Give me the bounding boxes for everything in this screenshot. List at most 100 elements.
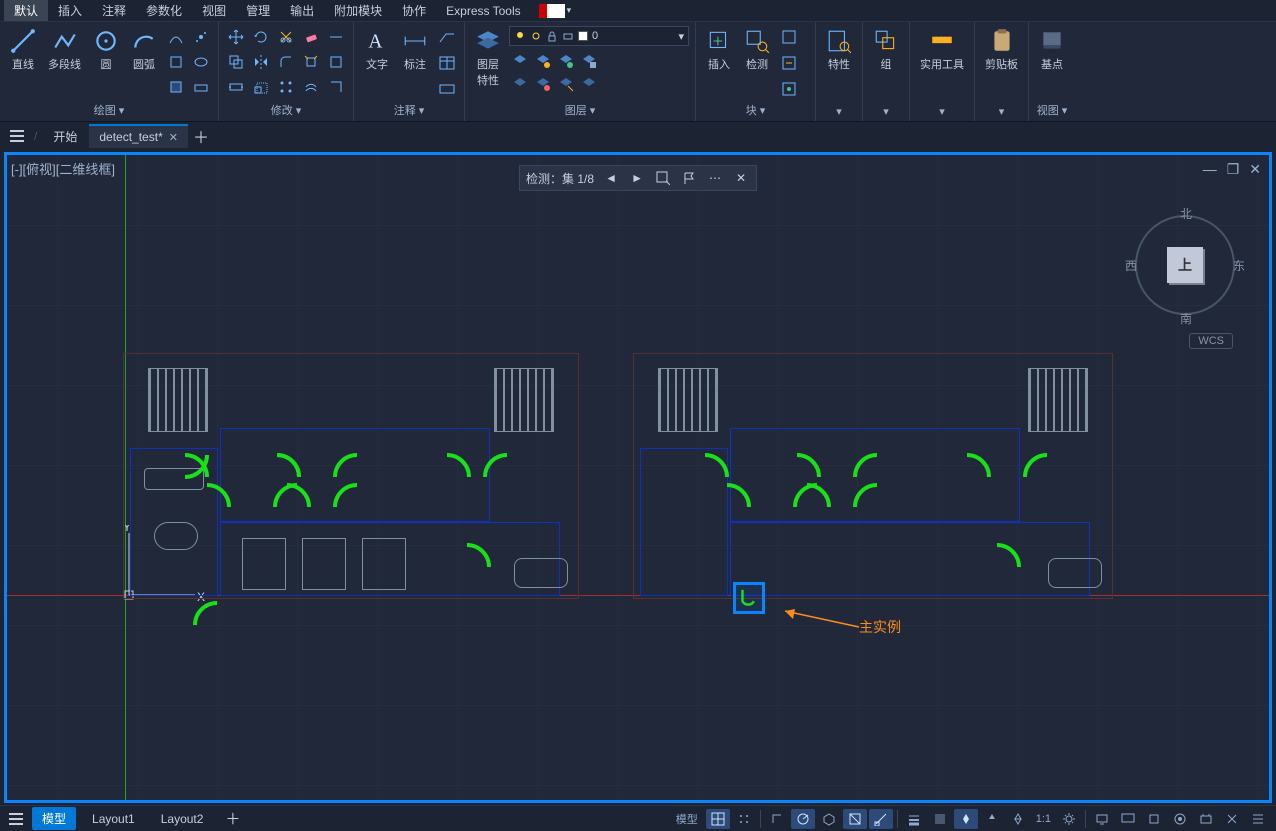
detect-toolbar[interactable]: 检测：集 1/8 ◄ ► ⋯ ✕ — [519, 165, 757, 191]
copy-icon[interactable] — [225, 51, 247, 73]
sb-lineweight-icon[interactable] — [902, 809, 926, 829]
sb-osnap-icon[interactable] — [843, 809, 867, 829]
menu-tab-default[interactable]: 默认 — [4, 0, 48, 21]
polyline-button[interactable]: 多段线 — [44, 26, 85, 74]
offset-icon[interactable] — [300, 76, 322, 98]
view-cube[interactable]: 上 北 南 西 东 — [1125, 205, 1245, 325]
sb-customize-icon[interactable] — [1246, 809, 1270, 829]
panel-title-layer[interactable]: 图层 ▾ — [471, 100, 689, 121]
sb-transparency-icon[interactable] — [928, 809, 952, 829]
panel-title-annotate[interactable]: 注释 ▾ — [360, 100, 458, 121]
draw-mini-5[interactable] — [165, 76, 187, 98]
sb-max-icon[interactable] — [1142, 809, 1166, 829]
locale-flag-icon[interactable] — [539, 4, 565, 18]
menu-tab-manage[interactable]: 管理 — [236, 0, 280, 21]
layer-mini-5[interactable] — [509, 73, 531, 95]
explode-icon[interactable] — [300, 51, 322, 73]
new-tab-button[interactable]: ＋ — [190, 125, 212, 147]
utilities-button[interactable]: 实用工具 — [916, 26, 968, 74]
panel-title-group[interactable]: ▾ — [869, 103, 903, 121]
menu-tab-view[interactable]: 视图 — [192, 0, 236, 21]
compass-s[interactable]: 南 — [1180, 310, 1192, 327]
table-icon[interactable] — [436, 52, 458, 74]
compass-e[interactable]: 东 — [1233, 257, 1245, 274]
modify-mini-b[interactable] — [325, 76, 347, 98]
layer-mini-7[interactable] — [555, 73, 577, 95]
panel-title-view[interactable]: 视图 ▾ — [1035, 100, 1069, 121]
circle-button[interactable]: 圆 — [89, 26, 123, 74]
detect-flag-icon[interactable] — [680, 169, 698, 187]
sb-annoall-icon[interactable] — [1006, 809, 1030, 829]
move-icon[interactable] — [225, 26, 247, 48]
layer-mini-2[interactable] — [532, 50, 554, 72]
menu-tab-parametric[interactable]: 参数化 — [136, 0, 192, 21]
layer-mini-4[interactable] — [578, 50, 600, 72]
sb-isolate-icon[interactable] — [1168, 809, 1192, 829]
basepoint-button[interactable]: 基点 — [1035, 26, 1069, 74]
file-tab[interactable]: detect_test* ✕ — [89, 124, 188, 148]
detect-next-icon[interactable]: ► — [628, 169, 646, 187]
layer-mini-8[interactable] — [578, 73, 600, 95]
sb-monitor-icon[interactable] — [1116, 809, 1140, 829]
sb-annoauto-icon[interactable] — [980, 809, 1004, 829]
panel-title-clip[interactable]: ▾ — [981, 103, 1022, 121]
sb-model-button[interactable]: 模型 — [670, 809, 704, 829]
detect-zoom-icon[interactable] — [654, 169, 672, 187]
start-tab[interactable]: 开始 — [43, 124, 87, 149]
draw-mini-6[interactable] — [190, 76, 212, 98]
menu-tab-annotate[interactable]: 注释 — [92, 0, 136, 21]
draw-mini-1[interactable] — [165, 26, 187, 48]
sb-grid-icon[interactable] — [706, 809, 730, 829]
layer-combo[interactable]: 0 ▾ — [509, 26, 689, 46]
view-label[interactable]: [-][俯视][二维线框] — [11, 159, 115, 178]
arc-button[interactable]: 圆弧 — [127, 26, 161, 74]
add-layout-button[interactable]: ＋ — [219, 808, 246, 829]
sb-clean-icon[interactable] — [1220, 809, 1244, 829]
cube-face-top[interactable]: 上 — [1167, 247, 1203, 283]
fillet-icon[interactable] — [275, 51, 297, 73]
draw-mini-2[interactable] — [190, 26, 212, 48]
layer-mini-6[interactable] — [532, 73, 554, 95]
clipboard-button[interactable]: 剪贴板 — [981, 26, 1022, 74]
dropdown-icon[interactable]: ▾ — [567, 5, 572, 16]
block-mini-1[interactable] — [778, 26, 800, 48]
menu-tab-insert[interactable]: 插入 — [48, 0, 92, 21]
sb-polar-icon[interactable] — [791, 809, 815, 829]
panel-title-block[interactable]: 块 ▾ — [702, 100, 809, 121]
properties-button[interactable]: 特性 — [822, 26, 856, 74]
wcs-badge[interactable]: WCS — [1189, 333, 1233, 349]
sb-otrack-icon[interactable] — [869, 809, 893, 829]
sb-workspace-icon[interactable] — [1090, 809, 1114, 829]
sb-snap-icon[interactable] — [732, 809, 756, 829]
erase-icon[interactable] — [300, 26, 322, 48]
menu-tab-output[interactable]: 输出 — [280, 0, 324, 21]
layer-mini-1[interactable] — [509, 50, 531, 72]
rotate-icon[interactable] — [250, 26, 272, 48]
stretch-icon[interactable] — [225, 76, 247, 98]
compass-n[interactable]: 北 — [1180, 205, 1192, 222]
draw-mini-3[interactable] — [165, 51, 187, 73]
view-restore-icon[interactable]: ❐ — [1227, 161, 1240, 178]
sb-hw-icon[interactable] — [1194, 809, 1218, 829]
menu-tab-addon[interactable]: 附加模块 — [324, 0, 392, 21]
close-tab-icon[interactable]: ✕ — [169, 131, 178, 144]
annotate-mini-3[interactable] — [436, 78, 458, 100]
array-icon[interactable] — [275, 76, 297, 98]
menu-tab-collab[interactable]: 协作 — [392, 0, 436, 21]
scale-icon[interactable] — [250, 76, 272, 98]
line-button[interactable]: 直线 — [6, 26, 40, 74]
detect-close-icon[interactable]: ✕ — [732, 169, 750, 187]
main-instance-highlight[interactable] — [733, 582, 765, 614]
view-close-icon[interactable]: ✕ — [1249, 161, 1261, 178]
sb-gear-icon[interactable] — [1057, 809, 1081, 829]
layout-tab-2[interactable]: Layout2 — [151, 809, 214, 829]
view-minimize-icon[interactable]: — — [1203, 161, 1217, 178]
layer-properties-button[interactable]: 图层 特性 — [471, 26, 505, 90]
group-button[interactable]: 组 — [869, 26, 903, 74]
draw-mini-4[interactable] — [190, 51, 212, 73]
text-button[interactable]: A 文字 — [360, 26, 394, 74]
sb-annoscale-icon[interactable] — [954, 809, 978, 829]
modify-mini-ext[interactable] — [325, 26, 347, 48]
leader-icon[interactable] — [436, 26, 458, 48]
panel-title-draw[interactable]: 绘图 ▾ — [6, 100, 212, 121]
